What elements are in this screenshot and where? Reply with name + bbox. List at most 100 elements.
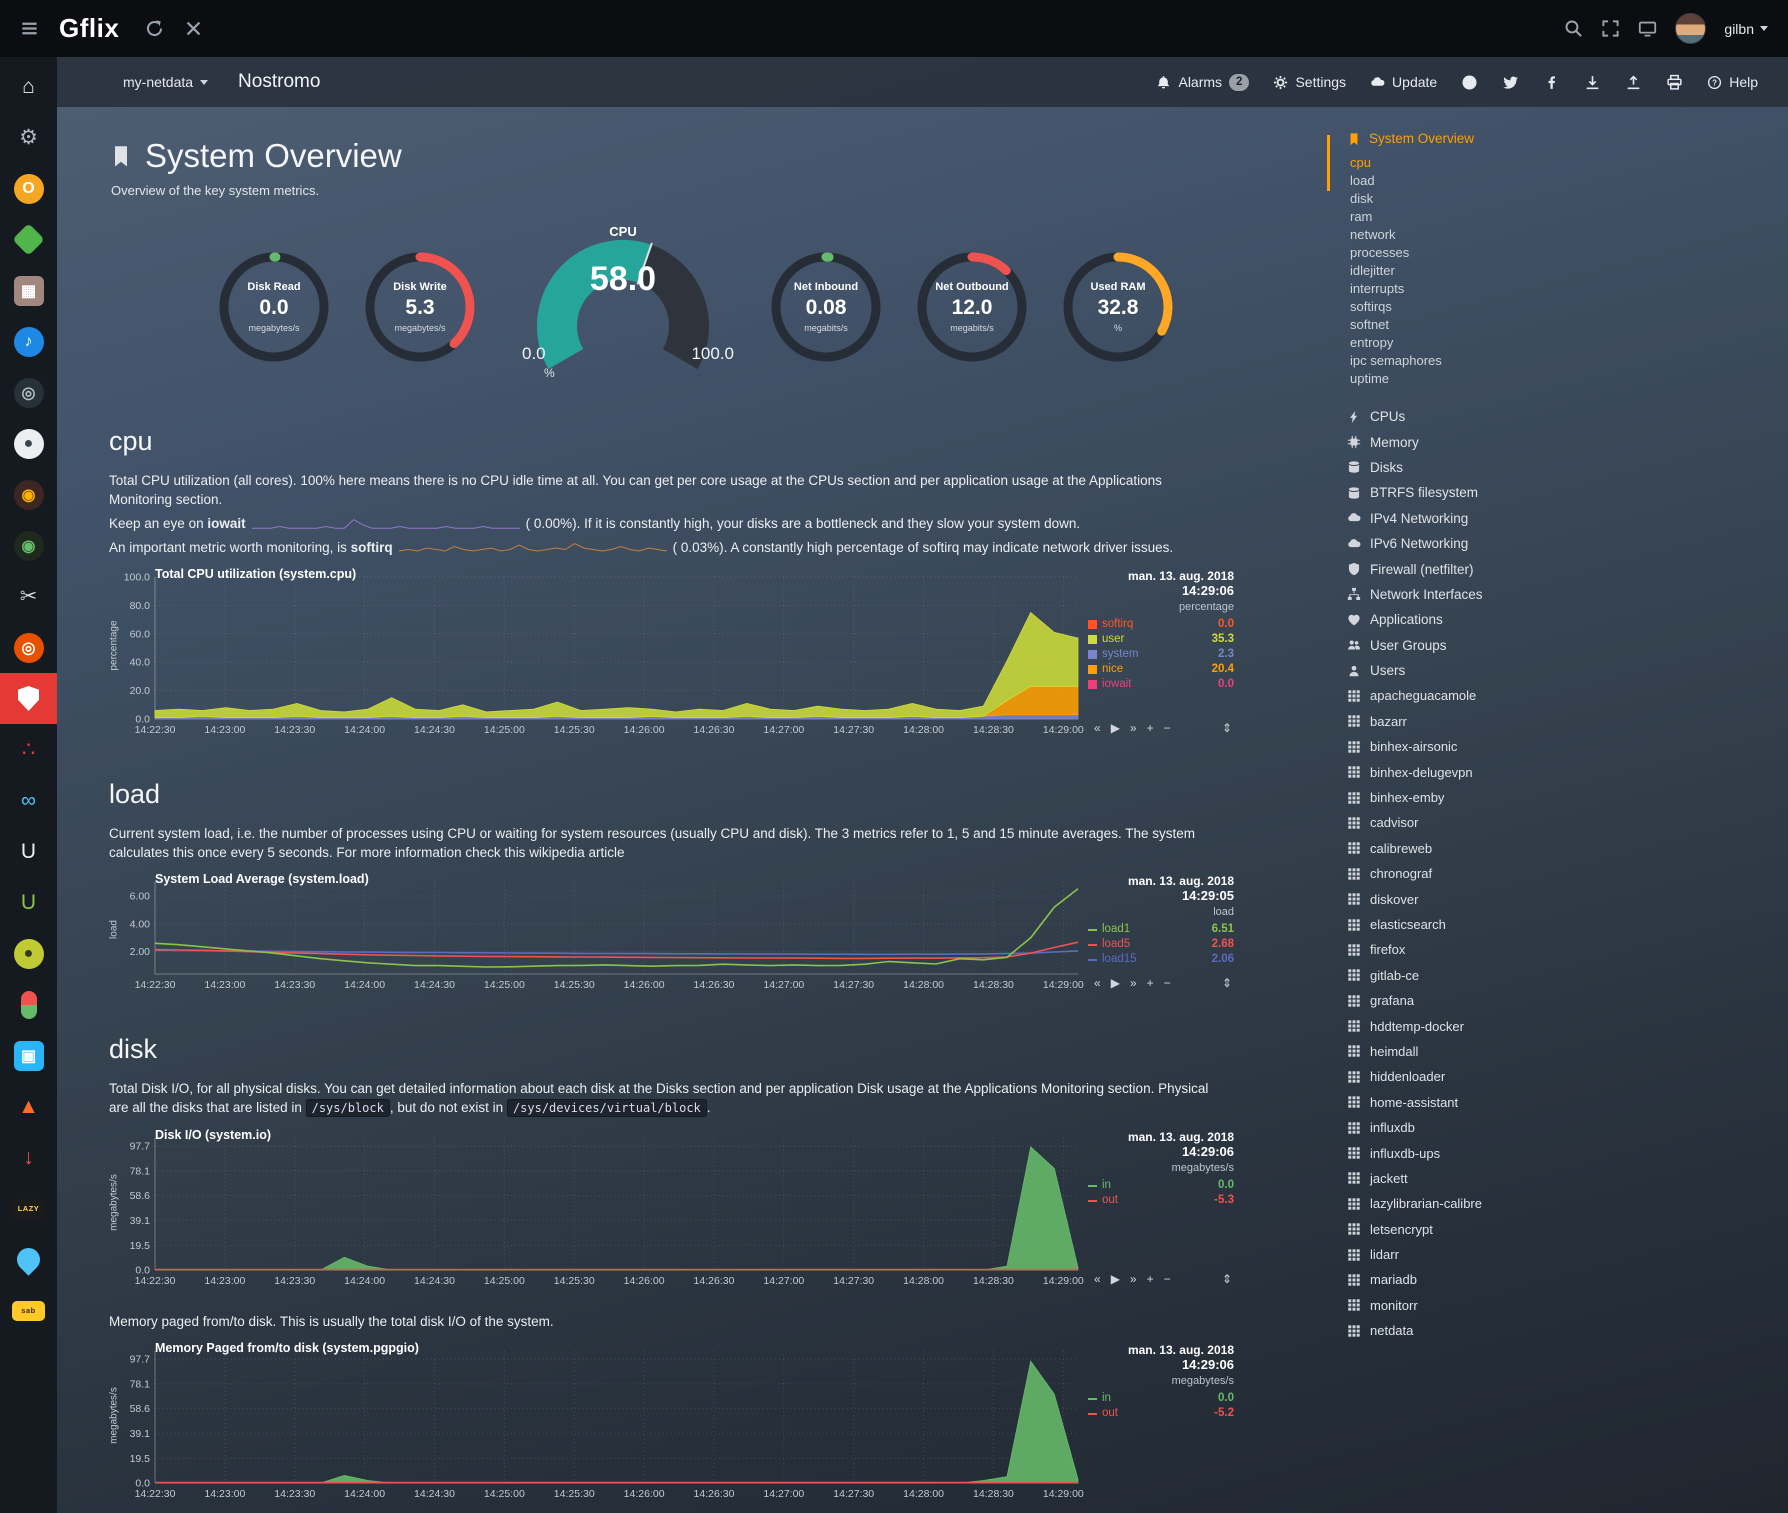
nav-system-overview[interactable]: System Overview	[1347, 131, 1788, 146]
pan-left-icon[interactable]: «	[1094, 721, 1101, 735]
import-icon[interactable]	[1584, 74, 1601, 91]
zoom-in-icon[interactable]: +	[1147, 976, 1154, 990]
help-button[interactable]: Help	[1707, 74, 1758, 90]
home-icon[interactable]: ⌂	[0, 61, 57, 112]
nav-app-item[interactable]: apacheguacamole	[1347, 683, 1788, 708]
nav-section-item[interactable]: BTRFS filesystem	[1347, 480, 1788, 505]
green-ring-icon[interactable]: ◉	[0, 520, 57, 571]
pgpgio-chart-plot[interactable]: 14:22:3014:23:0014:23:3014:24:0014:24:30…	[109, 1343, 1084, 1503]
orange-ring-icon[interactable]: O	[0, 163, 57, 214]
photo-square-icon[interactable]: ▣	[0, 1030, 57, 1081]
nav-app-item[interactable]: cadvisor	[1347, 810, 1788, 835]
nav-app-item[interactable]: lidarr	[1347, 1242, 1788, 1267]
legend-item[interactable]: iowait 0.0	[1088, 677, 1234, 692]
nav-app-item[interactable]: netdata	[1347, 1318, 1788, 1343]
legend-item[interactable]: load15 2.06	[1088, 952, 1234, 967]
legend-item[interactable]: load5 2.68	[1088, 937, 1234, 952]
cpu-chart-plot[interactable]: 14:22:3014:23:0014:23:3014:24:0014:24:30…	[109, 569, 1084, 739]
nav-section-item[interactable]: Network Interfaces	[1347, 582, 1788, 607]
nav-section-item[interactable]: Disks	[1347, 455, 1788, 480]
nav-app-item[interactable]: binhex-delugevpn	[1347, 759, 1788, 784]
dark-scope-icon[interactable]: ◎	[0, 367, 57, 418]
server-dropdown[interactable]: my-netdata	[123, 74, 208, 90]
legend-item[interactable]: in 0.0	[1088, 1178, 1234, 1193]
nav-section-item[interactable]: Applications	[1347, 607, 1788, 632]
load-chart-plot[interactable]: 14:22:3014:23:0014:23:3014:24:0014:24:30…	[109, 874, 1084, 994]
nav-subitem[interactable]: ipc semaphores	[1347, 352, 1788, 370]
orange-target-icon[interactable]: ◎	[0, 622, 57, 673]
legend-item[interactable]: nice 20.4	[1088, 662, 1234, 677]
refresh-icon[interactable]	[145, 19, 164, 38]
scissors-icon[interactable]: ✂	[0, 571, 57, 622]
resize-handle-icon[interactable]: ⇕	[1222, 976, 1232, 990]
nav-app-item[interactable]: heimdall	[1347, 1039, 1788, 1064]
gauge[interactable]: Disk Write 5.3 megabytes/s	[362, 249, 478, 365]
gauge[interactable]: Disk Read 0.0 megabytes/s	[216, 249, 332, 365]
crate-icon[interactable]: ▦	[0, 265, 57, 316]
play-icon[interactable]: ▶	[1111, 721, 1120, 735]
gear-icon[interactable]: ⚙	[0, 112, 57, 163]
nav-app-item[interactable]: elasticsearch	[1347, 912, 1788, 937]
nav-app-item[interactable]: binhex-airsonic	[1347, 734, 1788, 759]
nav-subitem[interactable]: idlejitter	[1347, 262, 1788, 280]
nav-section-item[interactable]: IPv6 Networking	[1347, 531, 1788, 556]
zoom-out-icon[interactable]: −	[1164, 1272, 1171, 1286]
hamburger-menu-icon[interactable]	[20, 19, 39, 38]
white-record-icon[interactable]: ●	[0, 418, 57, 469]
shield-icon[interactable]	[0, 673, 57, 724]
pan-left-icon[interactable]: «	[1094, 1272, 1101, 1286]
pan-left-icon[interactable]: «	[1094, 976, 1101, 990]
nav-app-item[interactable]: lazylibrarian-calibre	[1347, 1191, 1788, 1216]
twitter-icon[interactable]	[1502, 74, 1519, 91]
print-icon[interactable]	[1666, 74, 1683, 91]
gauge[interactable]: Net Outbound 12.0 megabits/s	[914, 249, 1030, 365]
nav-app-item[interactable]: diskover	[1347, 886, 1788, 911]
zoom-out-icon[interactable]: −	[1164, 721, 1171, 735]
nav-app-item[interactable]: monitorr	[1347, 1293, 1788, 1318]
close-icon[interactable]	[184, 19, 203, 38]
pan-right-icon[interactable]: »	[1130, 1272, 1137, 1286]
pan-right-icon[interactable]: »	[1130, 721, 1137, 735]
nav-subitem[interactable]: network	[1347, 226, 1788, 244]
fullscreen-icon[interactable]	[1601, 19, 1620, 38]
nav-section-item[interactable]: Users	[1347, 658, 1788, 683]
nav-subitem[interactable]: uptime	[1347, 370, 1788, 388]
nav-subitem[interactable]: disk	[1347, 190, 1788, 208]
nav-app-item[interactable]: firefox	[1347, 937, 1788, 962]
play-icon[interactable]: ▶	[1111, 976, 1120, 990]
nav-subitem[interactable]: ram	[1347, 208, 1788, 226]
gauge[interactable]: Net Inbound 0.08 megabits/s	[768, 249, 884, 365]
music-note-icon[interactable]: ♪	[0, 316, 57, 367]
resize-handle-icon[interactable]: ⇕	[1222, 721, 1232, 735]
infinity-icon[interactable]: ∞	[0, 775, 57, 826]
nav-app-item[interactable]: grafana	[1347, 988, 1788, 1013]
nav-subitem[interactable]: cpu	[1347, 154, 1788, 172]
nav-app-item[interactable]: jackett	[1347, 1166, 1788, 1191]
legend-item[interactable]: out -5.2	[1088, 1406, 1234, 1421]
nav-section-item[interactable]: User Groups	[1347, 633, 1788, 658]
drop-icon[interactable]	[0, 1234, 57, 1285]
legend-item[interactable]: softirq 0.0	[1088, 617, 1234, 632]
nav-app-item[interactable]: bazarr	[1347, 709, 1788, 734]
nav-app-item[interactable]: mariadb	[1347, 1267, 1788, 1292]
resize-handle-icon[interactable]: ⇕	[1222, 1272, 1232, 1286]
search-icon[interactable]	[1564, 19, 1583, 38]
nav-app-item[interactable]: hddtemp-docker	[1347, 1013, 1788, 1038]
nav-app-item[interactable]: letsencrypt	[1347, 1217, 1788, 1242]
nav-section-item[interactable]: IPv4 Networking	[1347, 506, 1788, 531]
zoom-out-icon[interactable]: −	[1164, 976, 1171, 990]
amber-record-icon[interactable]: ◉	[0, 469, 57, 520]
nav-section-item[interactable]: Firewall (netfilter)	[1347, 556, 1788, 581]
green-diamond-icon[interactable]	[0, 214, 57, 265]
gauge[interactable]: Used RAM 32.8 %	[1060, 249, 1176, 365]
legend-item[interactable]: load1 6.51	[1088, 922, 1234, 937]
lazy-badge-icon[interactable]: LAZY	[0, 1183, 57, 1234]
github-icon[interactable]	[1461, 74, 1478, 91]
nav-app-item[interactable]: chronograf	[1347, 861, 1788, 886]
nav-subitem[interactable]: processes	[1347, 244, 1788, 262]
nav-app-item[interactable]: influxdb-ups	[1347, 1140, 1788, 1165]
nav-section-item[interactable]: CPUs	[1347, 404, 1788, 429]
pan-right-icon[interactable]: »	[1130, 976, 1137, 990]
export-icon[interactable]	[1625, 74, 1642, 91]
nav-app-item[interactable]: influxdb	[1347, 1115, 1788, 1140]
